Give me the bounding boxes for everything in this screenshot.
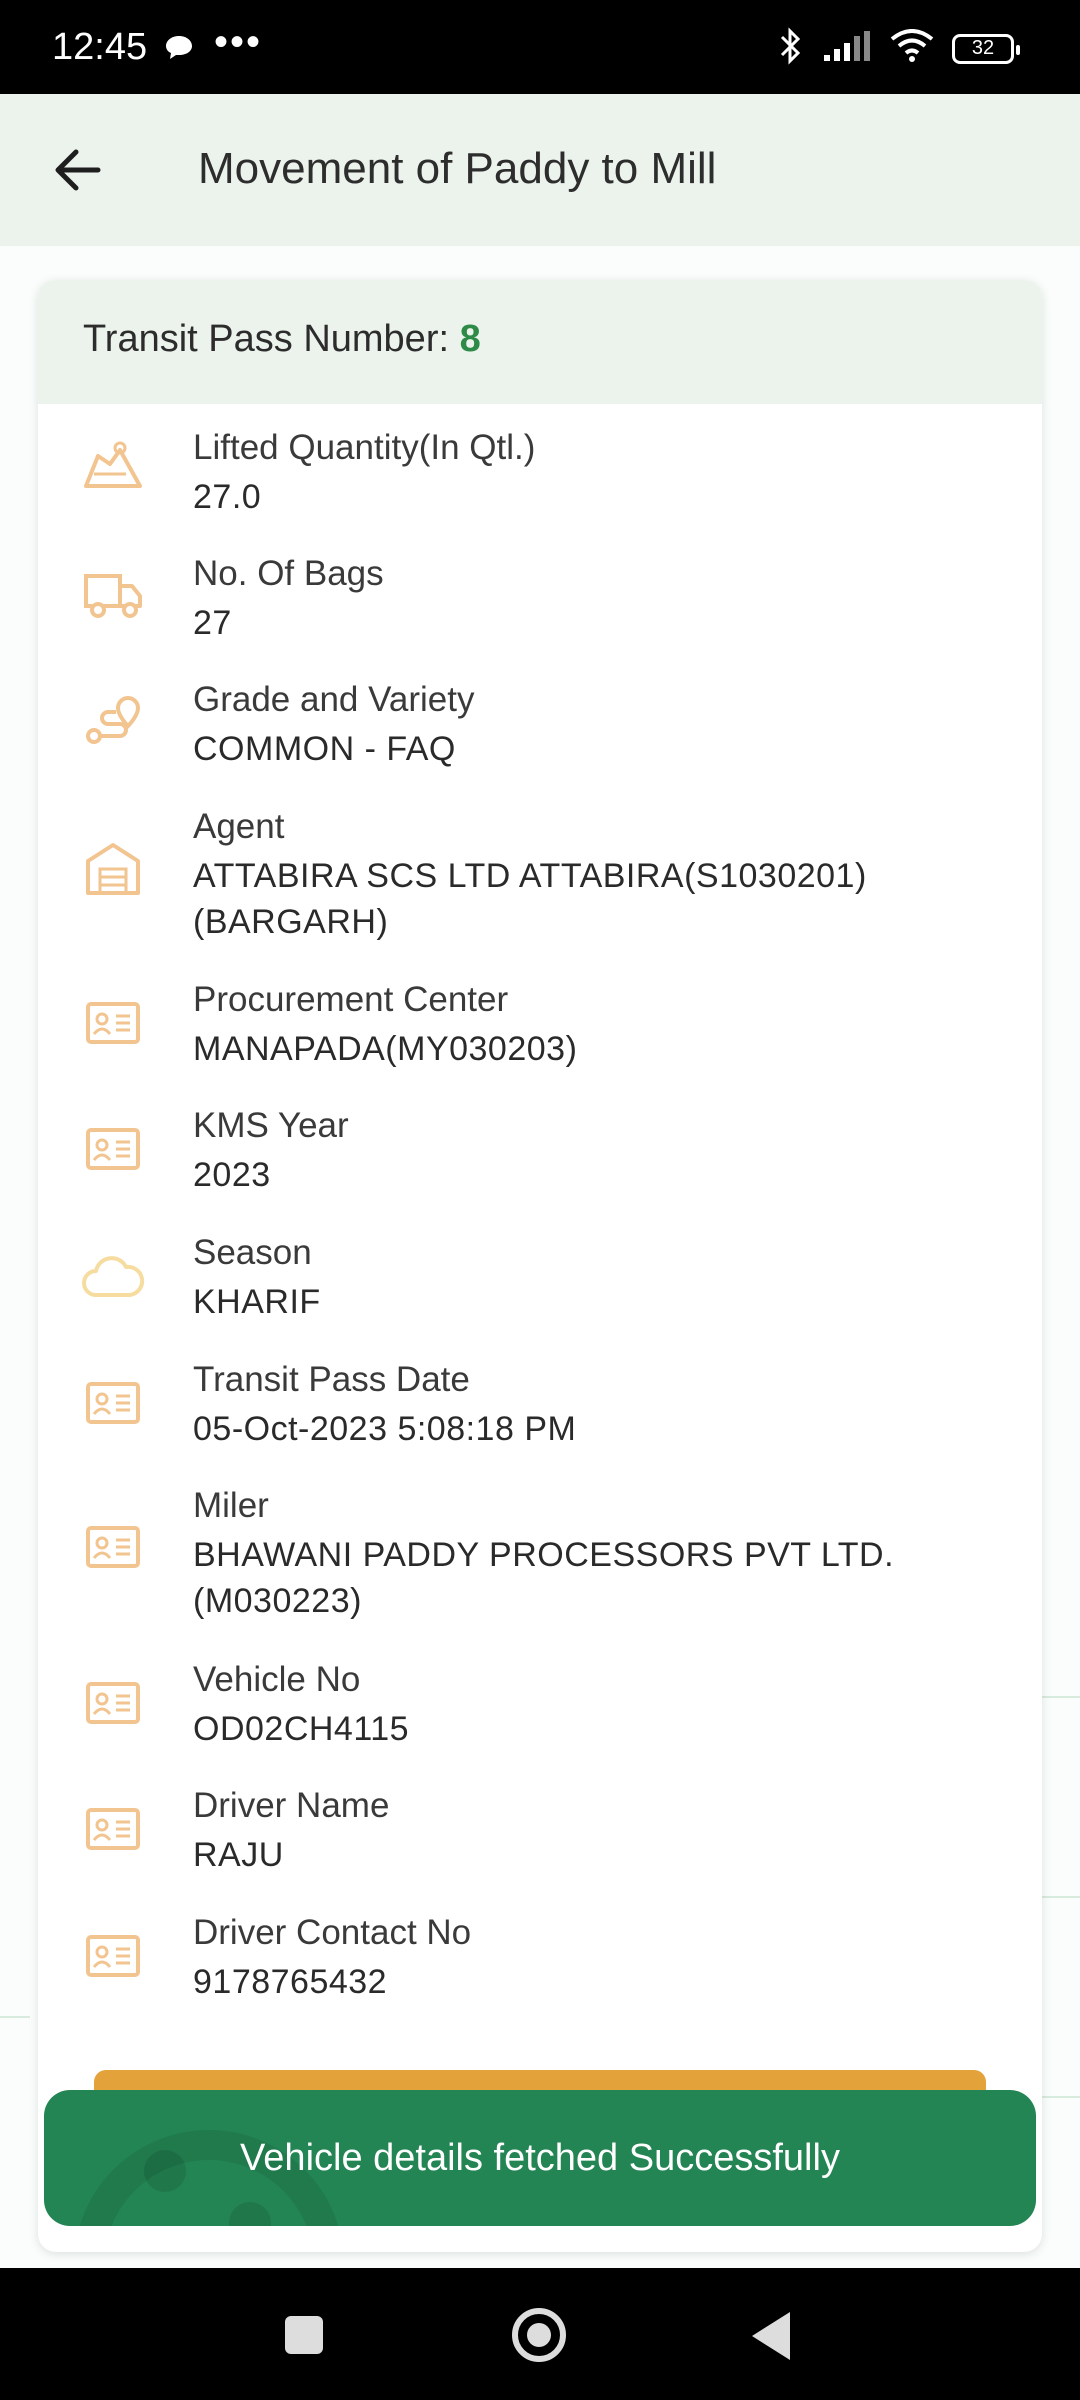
transit-pass-header: Transit Pass Number: 8 <box>38 280 1042 404</box>
id-card-icon <box>80 1514 146 1580</box>
back-nav-button[interactable] <box>752 2312 790 2360</box>
transit-pass-label: Transit Pass Number: 8 <box>83 318 481 361</box>
success-toast: Vehicle details fetched Successfully <box>44 2090 1036 2226</box>
cloud-icon <box>80 1243 146 1309</box>
row-label: Driver Name <box>193 1786 390 1825</box>
row-label: Grade and Variety <box>193 680 475 719</box>
row-value: 27.0 <box>193 478 262 516</box>
row-value: ATTABIRA SCS LTD ATTABIRA(S1030201)(BARG… <box>193 857 867 941</box>
transit-pass-number-value: 8 <box>459 318 481 360</box>
row-value: COMMON - FAQ <box>193 730 456 768</box>
status-time: 12:45 <box>52 26 148 68</box>
recent-apps-button[interactable] <box>285 2316 323 2354</box>
row-label: Transit Pass Date <box>193 1360 470 1399</box>
row-label: Driver Contact No <box>193 1913 472 1952</box>
row-label: KMS Year <box>193 1106 349 1145</box>
row-value: 27 <box>193 604 232 642</box>
row-value: BHAWANI PADDY PROCESSORS PVT LTD.(M03022… <box>193 1536 895 1620</box>
weighing-scale-icon <box>80 434 146 500</box>
more-notifications-icon: ••• <box>214 20 263 64</box>
id-card-icon <box>80 1796 146 1862</box>
row-label: Season <box>193 1233 312 1272</box>
battery-icon: 32 <box>952 33 1020 64</box>
app-bar: Movement of Paddy to Mill <box>0 94 1080 246</box>
status-bar: 12:45 ••• 32 <box>0 0 1080 94</box>
toast-decoration-dot <box>144 2150 186 2192</box>
id-card-icon <box>80 1370 146 1436</box>
bluetooth-icon <box>778 26 804 71</box>
row-label: Agent <box>193 807 285 846</box>
route-pin-icon <box>80 690 146 756</box>
page-title: Movement of Paddy to Mill <box>198 144 717 193</box>
id-card-icon <box>80 1670 146 1736</box>
transit-pass-number-label: Transit Pass Number: <box>83 318 450 360</box>
row-value: 9178765432 <box>193 1963 388 2001</box>
row-label: Miler <box>193 1486 269 1525</box>
home-button[interactable] <box>512 2308 566 2362</box>
row-label: Vehicle No <box>193 1660 361 1699</box>
row-value: OD02CH4115 <box>193 1710 410 1748</box>
system-nav-bar <box>0 2268 1080 2400</box>
message-bubble-icon <box>164 34 194 67</box>
row-label: Procurement Center <box>193 980 509 1019</box>
id-card-icon <box>80 990 146 1056</box>
row-value: KHARIF <box>193 1283 321 1321</box>
row-label: No. Of Bags <box>193 554 384 593</box>
signal-icon <box>822 29 872 68</box>
id-card-icon <box>80 1923 146 1989</box>
wifi-icon <box>890 29 934 68</box>
id-card-icon <box>80 1116 146 1182</box>
row-value: RAJU <box>193 1836 284 1874</box>
row-label: Lifted Quantity(In Qtl.) <box>193 428 536 467</box>
truck-icon <box>80 560 146 626</box>
toast-message: Vehicle details fetched Successfully <box>240 2136 840 2179</box>
back-arrow-icon[interactable] <box>50 140 110 200</box>
warehouse-icon <box>80 835 146 901</box>
row-value: MANAPADA(MY030203) <box>193 1030 578 1068</box>
row-value: 05-Oct-2023 5:08:18 PM <box>193 1410 577 1448</box>
transit-pass-card: Transit Pass Number: 8 Lifted Quantity(I… <box>38 280 1042 2252</box>
row-value: 2023 <box>193 1156 271 1194</box>
